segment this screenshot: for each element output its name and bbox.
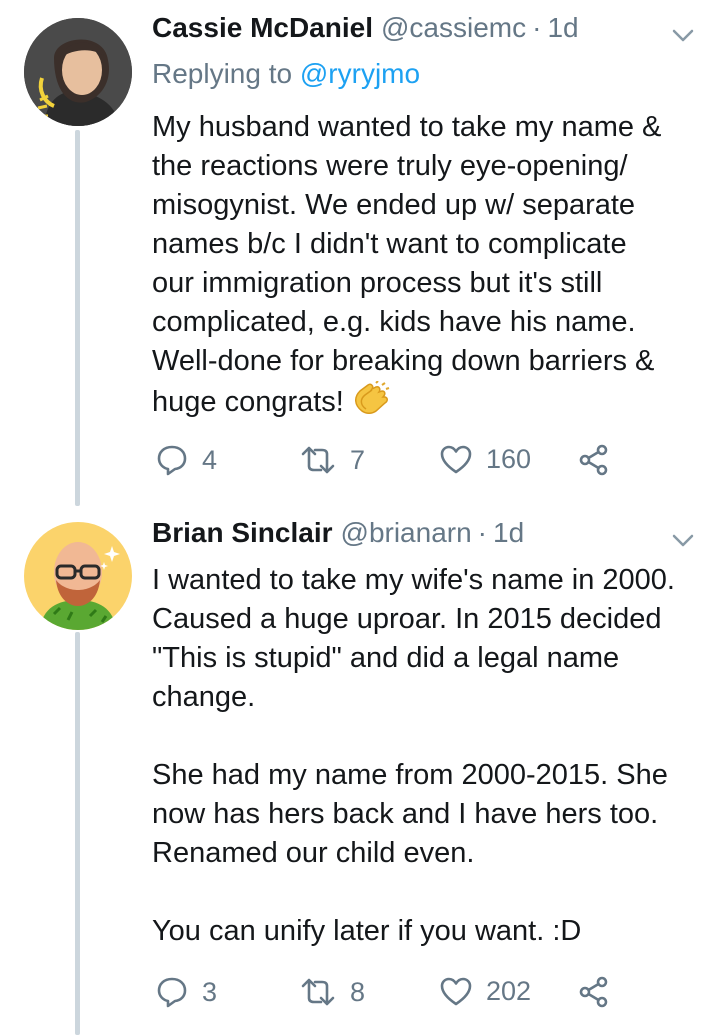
reply-icon — [157, 445, 187, 476]
reply-button[interactable]: 3 — [156, 976, 217, 1008]
tweet-body: I wanted to take my wife's name in 2000.… — [152, 561, 700, 951]
author-name[interactable]: Brian Sinclair — [152, 517, 333, 549]
share-icon — [579, 444, 608, 476]
like-count: 160 — [486, 444, 532, 474]
thread-line — [75, 632, 80, 1035]
author-handle[interactable]: @brianarn — [341, 517, 472, 549]
separator: · — [532, 12, 542, 43]
avatar[interactable] — [24, 522, 132, 630]
thread-line — [75, 130, 80, 506]
replying-mention[interactable]: @ryryjmo — [300, 58, 420, 89]
retweet-count: 7 — [350, 444, 366, 475]
reply-count: 3 — [202, 976, 218, 1007]
retweet-button[interactable]: 8 — [300, 976, 365, 1008]
replying-to: Replying to @ryryjmo — [152, 58, 420, 90]
retweet-button[interactable]: 7 — [300, 444, 365, 476]
clapping-hands-emoji — [352, 380, 392, 426]
share-button[interactable] — [578, 444, 610, 476]
tweet-text: My husband wanted to take my name & the … — [152, 111, 662, 418]
like-button[interactable]: 160 — [440, 444, 531, 475]
reply-count: 4 — [202, 444, 218, 475]
chevron-down-icon[interactable] — [672, 534, 694, 548]
tweet-brian[interactable]: Brian Sinclair @brianarn · 1d I wanted t… — [0, 505, 720, 1035]
reply-icon — [157, 977, 187, 1008]
retweet-count: 8 — [350, 976, 366, 1007]
avatar[interactable] — [24, 18, 132, 126]
chevron-down-icon[interactable] — [672, 29, 694, 43]
share-icon — [579, 976, 608, 1008]
tweet-header: Brian Sinclair @brianarn · 1d — [152, 517, 524, 557]
heart-icon — [440, 977, 472, 1005]
author-handle[interactable]: @cassiemc — [381, 12, 526, 44]
separator: · — [477, 517, 487, 548]
tweet-age[interactable]: 1d — [493, 517, 524, 549]
avatar-image — [24, 522, 132, 630]
like-count: 202 — [486, 976, 532, 1006]
tweet-body: My husband wanted to take my name & the … — [152, 108, 700, 426]
tweet-age[interactable]: 1d — [547, 12, 578, 44]
retweet-icon — [301, 978, 335, 1006]
like-button[interactable]: 202 — [440, 976, 531, 1007]
tweet-header: Cassie McDaniel @cassiemc · 1d — [152, 12, 579, 52]
avatar-image — [24, 18, 132, 126]
tweet-text: I wanted to take my wife's name in 2000.… — [152, 564, 675, 947]
share-button[interactable] — [578, 976, 610, 1008]
replying-label: Replying to — [152, 58, 293, 89]
retweet-icon — [301, 446, 335, 474]
heart-icon — [440, 445, 472, 473]
tweet-cassie[interactable]: Cassie McDaniel @cassiemc · 1d Replying … — [0, 0, 720, 506]
author-name[interactable]: Cassie McDaniel — [152, 12, 373, 44]
reply-button[interactable]: 4 — [156, 444, 217, 476]
